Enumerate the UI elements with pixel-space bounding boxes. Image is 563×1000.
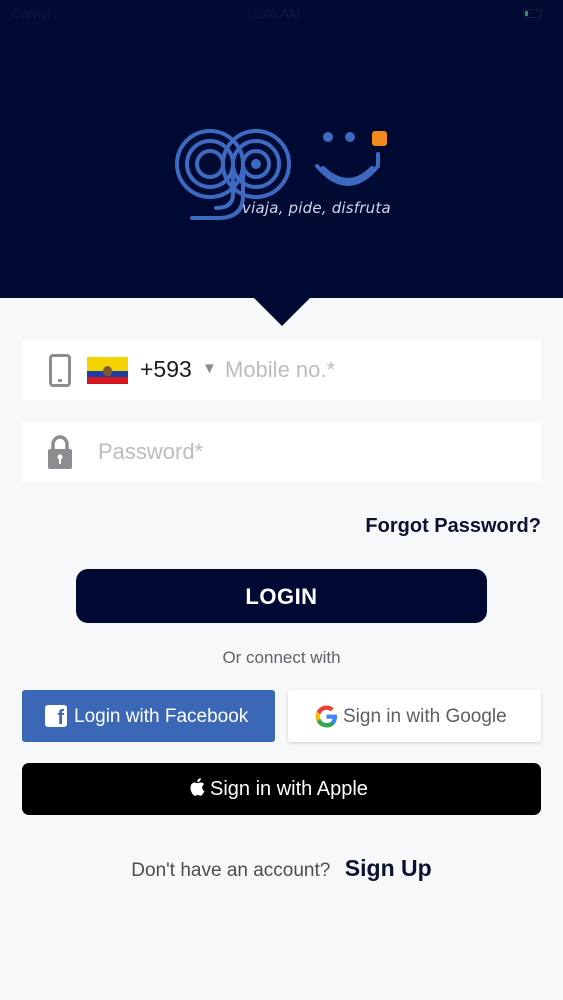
ecuador-flag-icon[interactable] — [87, 357, 128, 384]
facebook-login-button[interactable]: f Login with Facebook — [22, 690, 275, 742]
country-code[interactable]: +593 — [140, 356, 192, 383]
brand-tagline: viaja, pide, disfruta — [242, 199, 391, 217]
mobile-input[interactable] — [225, 340, 525, 400]
phone-icon — [49, 354, 71, 387]
google-icon — [315, 705, 338, 728]
google-signin-button[interactable]: Sign in with Google — [288, 690, 541, 742]
password-field — [22, 422, 541, 482]
apple-signin-label: Sign in with Apple — [210, 778, 368, 800]
status-bar: Carrier 11:48 AM — [0, 0, 563, 28]
signup-link[interactable]: Sign Up — [345, 855, 432, 881]
password-input[interactable] — [98, 422, 518, 482]
apple-signin-button[interactable]: Sign in with Apple — [22, 763, 541, 815]
caret-down-icon[interactable]: ▼ — [202, 360, 217, 377]
facebook-icon: f — [45, 705, 67, 727]
login-button[interactable]: LOGIN — [76, 569, 487, 623]
signup-question: Don't have an account? — [131, 860, 331, 881]
mobile-number-field: +593 ▼ — [22, 340, 541, 400]
brand-header: Carrier 11:48 AM viaja, pide, disfruta — [0, 0, 563, 298]
google-signin-label: Sign in with Google — [343, 706, 507, 727]
facebook-login-label: Login with Facebook — [74, 706, 249, 727]
header-pointer — [253, 297, 311, 326]
lock-icon — [48, 435, 72, 469]
apple-icon — [190, 778, 205, 796]
forgot-password-link[interactable]: Forgot Password? — [365, 515, 541, 538]
battery-icon — [523, 9, 541, 18]
status-carrier: Carrier — [12, 6, 52, 21]
signup-row: Don't have an account? Sign Up — [0, 855, 563, 882]
connect-divider-text: Or connect with — [222, 648, 341, 667]
status-time: 11:48 AM — [246, 6, 300, 21]
